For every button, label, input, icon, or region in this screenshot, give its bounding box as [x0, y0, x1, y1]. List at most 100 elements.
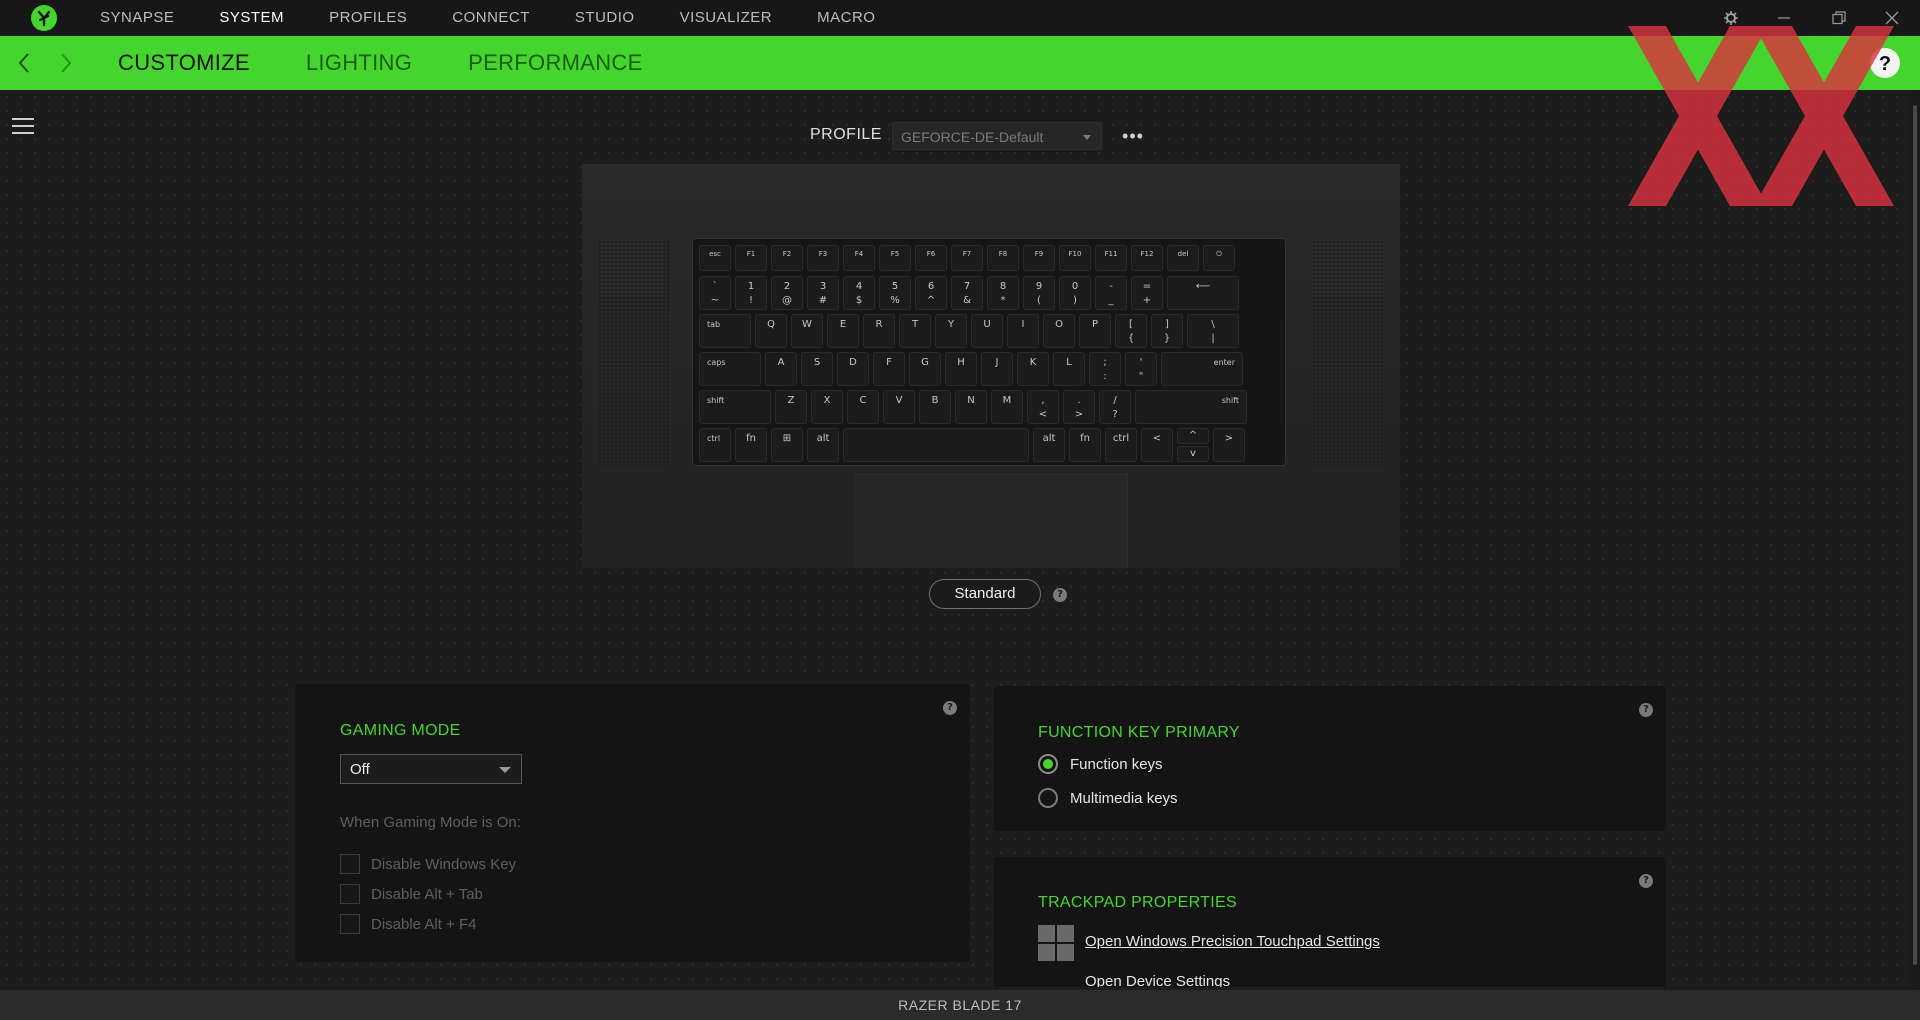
- keyboard-key[interactable]: ' ": [1125, 352, 1157, 386]
- keyboard-key[interactable]: F5: [879, 245, 911, 271]
- nav-tab-connect[interactable]: CONNECT: [452, 0, 530, 36]
- keyboard-key[interactable]: F8: [987, 245, 1019, 271]
- disable-alt-f4-checkbox[interactable]: [340, 914, 360, 934]
- keyboard-key[interactable]: T: [899, 314, 931, 348]
- keyboard-key[interactable]: F9: [1023, 245, 1055, 271]
- nav-tab-profiles[interactable]: PROFILES: [329, 0, 407, 36]
- keyboard-key[interactable]: 1 !: [735, 276, 767, 310]
- razer-logo-icon[interactable]: [30, 4, 58, 32]
- keyboard-key[interactable]: V: [883, 390, 915, 424]
- back-button[interactable]: [10, 48, 38, 78]
- keyboard-key[interactable]: I: [1007, 314, 1039, 348]
- keyboard-key[interactable]: = +: [1131, 276, 1163, 310]
- keyboard-key[interactable]: J: [981, 352, 1013, 386]
- gaming-mode-help-icon[interactable]: ?: [943, 701, 957, 715]
- keyboard-key[interactable]: G: [909, 352, 941, 386]
- keyboard-key[interactable]: W: [791, 314, 823, 348]
- keyboard-key[interactable]: P: [1079, 314, 1111, 348]
- profile-select[interactable]: GEFORCE-DE-Default: [892, 122, 1102, 150]
- keyboard-key[interactable]: K: [1017, 352, 1049, 386]
- keyboard-key[interactable]: v: [1177, 446, 1209, 462]
- open-device-settings-link[interactable]: Open Device Settings: [1085, 973, 1230, 987]
- disable-windows-key-checkbox[interactable]: [340, 854, 360, 874]
- nav-tab-visualizer[interactable]: VISUALIZER: [680, 0, 773, 36]
- keyboard-key[interactable]: 0 ): [1059, 276, 1091, 310]
- open-touchpad-settings-link[interactable]: Open Windows Precision Touchpad Settings: [1085, 933, 1380, 950]
- keyboard-key[interactable]: X: [811, 390, 843, 424]
- keyboard-key[interactable]: C: [847, 390, 879, 424]
- keyboard-key[interactable]: M: [991, 390, 1023, 424]
- function-key-help-icon[interactable]: ?: [1639, 703, 1653, 717]
- keyboard-key[interactable]: ] }: [1151, 314, 1183, 348]
- keyboard-key[interactable]: ⏻: [1203, 245, 1235, 271]
- keyboard-key[interactable]: del: [1167, 245, 1199, 271]
- keyboard-key[interactable]: N: [955, 390, 987, 424]
- nav-tab-system[interactable]: SYSTEM: [219, 0, 284, 36]
- keyboard-key[interactable]: fn: [735, 428, 767, 462]
- tab-customize[interactable]: CUSTOMIZE: [118, 36, 250, 90]
- gaming-mode-dropdown[interactable]: Off: [340, 754, 522, 784]
- keyboard-key[interactable]: A: [765, 352, 797, 386]
- keyboard-key[interactable]: F11: [1095, 245, 1127, 271]
- keyboard-key[interactable]: B: [919, 390, 951, 424]
- disable-alt-tab-checkbox[interactable]: [340, 884, 360, 904]
- keyboard-key[interactable]: 3 #: [807, 276, 839, 310]
- keyboard-key[interactable]: F4: [843, 245, 875, 271]
- keyboard-key[interactable]: ⊞: [771, 428, 803, 462]
- nav-tab-studio[interactable]: STUDIO: [575, 0, 635, 36]
- keyboard-key[interactable]: esc: [699, 245, 731, 271]
- keyboard-key[interactable]: U: [971, 314, 1003, 348]
- keyboard-key[interactable]: caps: [699, 352, 761, 386]
- keyboard-key[interactable]: tab: [699, 314, 751, 348]
- tab-performance[interactable]: PERFORMANCE: [468, 36, 642, 90]
- scrollbar-thumb[interactable]: [1913, 105, 1917, 965]
- keyboard-key[interactable]: E: [827, 314, 859, 348]
- keyboard-key[interactable]: F1: [735, 245, 767, 271]
- keyboard-key[interactable]: F7: [951, 245, 983, 271]
- keyboard-key[interactable]: fn: [1069, 428, 1101, 462]
- keyboard-key[interactable]: ⟵: [1167, 276, 1239, 310]
- keyboard-key[interactable]: 7 &: [951, 276, 983, 310]
- keyboard-key[interactable]: F2: [771, 245, 803, 271]
- keyboard-key[interactable]: H: [945, 352, 977, 386]
- keyboard-key[interactable]: , <: [1027, 390, 1059, 424]
- keyboard-key[interactable]: S: [801, 352, 833, 386]
- trackpad-help-icon[interactable]: ?: [1639, 874, 1653, 888]
- keyboard-key[interactable]: / ?: [1099, 390, 1131, 424]
- keyboard-key[interactable]: alt: [807, 428, 839, 462]
- keyboard-key[interactable]: ; :: [1089, 352, 1121, 386]
- keyboard-key[interactable]: 9 (: [1023, 276, 1055, 310]
- forward-button[interactable]: [52, 48, 80, 78]
- keyboard-key[interactable]: ctrl: [1105, 428, 1137, 462]
- trackpad[interactable]: [854, 474, 1128, 568]
- keyboard-key[interactable]: F3: [807, 245, 839, 271]
- keyboard-key[interactable]: [843, 428, 1029, 462]
- keyboard-key[interactable]: Z: [775, 390, 807, 424]
- keyboard-key[interactable]: O: [1043, 314, 1075, 348]
- keyboard-key[interactable]: Q: [755, 314, 787, 348]
- keyboard-key[interactable]: ` ~: [699, 276, 731, 310]
- keyboard-key[interactable]: 6 ^: [915, 276, 947, 310]
- keyboard-mode-pill[interactable]: Standard: [929, 579, 1041, 609]
- keyboard-key[interactable]: >: [1213, 428, 1245, 462]
- keyboard-key[interactable]: 5 %: [879, 276, 911, 310]
- keyboard-key[interactable]: D: [837, 352, 869, 386]
- tab-lighting[interactable]: LIGHTING: [306, 36, 412, 90]
- keyboard-key[interactable]: shift: [1135, 390, 1247, 424]
- nav-tab-macro[interactable]: MACRO: [817, 0, 875, 36]
- keyboard-key[interactable]: ^: [1177, 428, 1209, 444]
- keyboard-key[interactable]: \ |: [1187, 314, 1239, 348]
- keyboard-mode-help-icon[interactable]: ?: [1053, 588, 1067, 602]
- keyboard-key[interactable]: F: [873, 352, 905, 386]
- keyboard-key[interactable]: - _: [1095, 276, 1127, 310]
- keyboard-key[interactable]: ctrl: [699, 428, 731, 462]
- keyboard-key[interactable]: [ {: [1115, 314, 1147, 348]
- profile-more-button[interactable]: •••: [1120, 124, 1146, 148]
- keyboard-key[interactable]: F10: [1059, 245, 1091, 271]
- keyboard-key[interactable]: enter: [1161, 352, 1243, 386]
- keyboard-key[interactable]: 8 *: [987, 276, 1019, 310]
- hamburger-icon[interactable]: [12, 118, 34, 136]
- keyboard-key[interactable]: <: [1141, 428, 1173, 462]
- keyboard-key[interactable]: . >: [1063, 390, 1095, 424]
- keyboard-key[interactable]: F12: [1131, 245, 1163, 271]
